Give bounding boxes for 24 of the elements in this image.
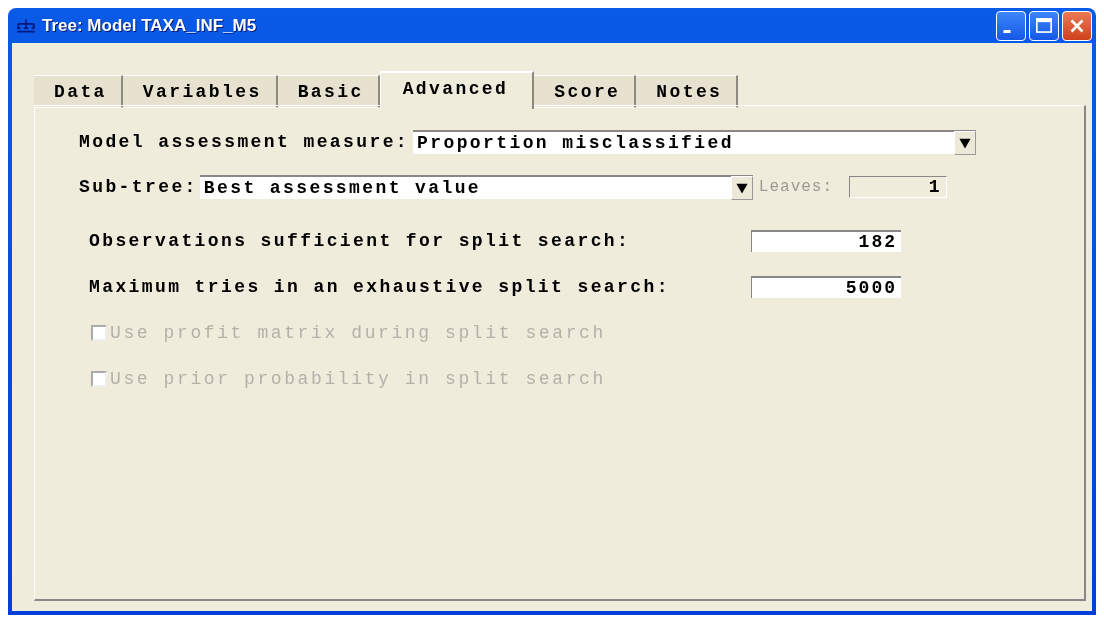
field-label: Sub-tree: bbox=[79, 177, 198, 197]
tab[interactable]: Basic bbox=[277, 75, 380, 108]
window-title: Tree: Model TAXA_INF_M5 bbox=[42, 15, 258, 36]
tab[interactable]: Notes bbox=[636, 75, 739, 108]
close-button[interactable] bbox=[1062, 10, 1092, 41]
checkbox-label: Use prior probability in split search bbox=[110, 369, 606, 389]
dropdown[interactable]: Best assessment value bbox=[199, 175, 753, 199]
field-label: Maximum tries in an exhaustive split search: bbox=[89, 277, 671, 297]
tab[interactable]: Data bbox=[34, 75, 123, 108]
checkbox-label: Use profit matrix during split search bbox=[110, 323, 606, 343]
dropdown[interactable]: Proportion misclassified bbox=[413, 130, 977, 154]
minimize-icon bbox=[1003, 30, 1011, 33]
leaves-field: 1 bbox=[849, 176, 948, 198]
field-label: Leaves: bbox=[758, 178, 834, 196]
tab[interactable]: Advanced bbox=[379, 71, 535, 109]
field-label: Observations sufficient for split search: bbox=[89, 231, 632, 251]
number-field[interactable]: 5000 bbox=[751, 276, 901, 298]
minimize-button[interactable] bbox=[996, 10, 1026, 41]
tab[interactable]: Score bbox=[534, 75, 637, 108]
field-label: Model assessment measure: bbox=[79, 132, 410, 152]
tab[interactable]: Variables bbox=[122, 75, 278, 108]
number-field[interactable]: 182 bbox=[751, 230, 901, 252]
tree-icon bbox=[16, 17, 36, 34]
maximize-button[interactable] bbox=[1029, 10, 1059, 41]
